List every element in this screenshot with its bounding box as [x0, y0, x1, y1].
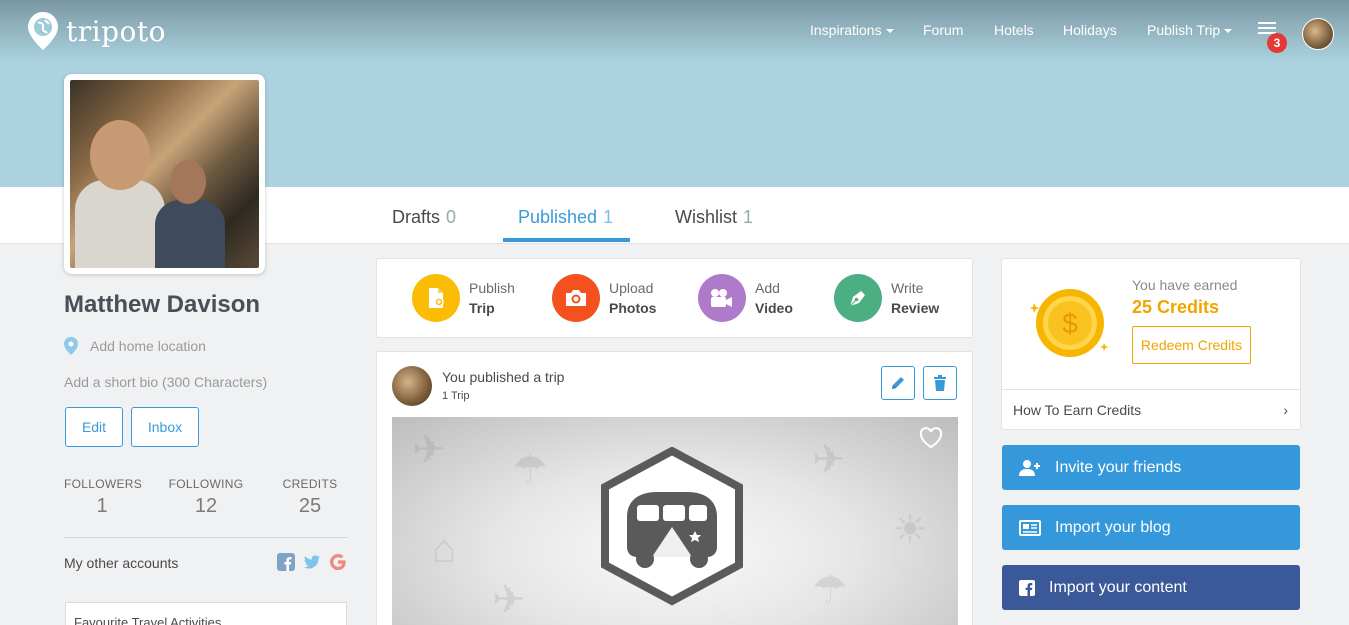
top-navigation: Inspirations Forum Hotels Holidays Publi…: [0, 20, 1349, 40]
facebook-icon: [1019, 579, 1035, 596]
trip-cover-image[interactable]: ✈ ☂ ✈ ☀ ⌂ ☂ ✈: [392, 417, 958, 625]
document-icon: [412, 274, 460, 322]
camper-van-logo: [601, 447, 743, 606]
divider: [64, 537, 348, 538]
facebook-icon[interactable]: [277, 553, 295, 571]
stat-label: CREDITS: [282, 477, 338, 491]
coin-icon: $: [1030, 289, 1109, 357]
cta-label: Invite your friends: [1055, 458, 1182, 476]
other-accounts-label: My other accounts: [64, 555, 179, 571]
delete-trip-button[interactable]: [923, 366, 957, 400]
upload-photos-action[interactable]: Upload Photos: [552, 274, 656, 322]
tab-wishlist-count: 1: [743, 207, 754, 227]
feed-subtitle: 1 Trip: [442, 390, 470, 402]
inbox-button[interactable]: Inbox: [131, 407, 199, 447]
heart-icon[interactable]: [919, 427, 943, 449]
location-pin-icon: [64, 337, 78, 355]
favourite-activities-label: Favourite Travel Activities: [74, 615, 222, 625]
action-line2: Video: [755, 300, 793, 316]
action-line1: Upload: [609, 280, 654, 296]
notification-badge: 3: [1267, 33, 1287, 53]
edit-trip-button[interactable]: [881, 366, 915, 400]
invite-friends-button[interactable]: Invite your friends: [1002, 445, 1300, 490]
stat-value: 12: [194, 495, 218, 517]
trash-icon: [934, 375, 946, 391]
profile-image: [70, 80, 259, 268]
bio-placeholder[interactable]: Add a short bio (300 Characters): [64, 374, 267, 390]
chevron-right-icon: ›: [1283, 402, 1288, 418]
credits-earned-label: You have earned: [1132, 277, 1238, 293]
tab-wishlist-label: Wishlist: [675, 207, 737, 227]
how-to-earn-credits-link[interactable]: How To Earn Credits ›: [1002, 389, 1300, 430]
caret-down-icon: [885, 29, 894, 34]
stat-label: FOLLOWERS: [64, 477, 143, 491]
redeem-credits-button[interactable]: Redeem Credits: [1132, 326, 1251, 364]
action-bar: Publish Trip Upload Photos Add Video Write R…: [376, 258, 973, 338]
svg-text:$: $: [1062, 308, 1078, 339]
action-line1: Write: [891, 280, 924, 296]
action-line2: Review: [891, 300, 940, 316]
how-to-earn-label: How To Earn Credits: [1013, 402, 1142, 418]
import-content-button[interactable]: Import your content: [1002, 565, 1300, 610]
tab-drafts[interactable]: Drafts 0: [392, 207, 456, 228]
feed-avatar[interactable]: [392, 366, 432, 406]
pen-icon: [834, 274, 882, 322]
import-blog-button[interactable]: Import your blog: [1002, 505, 1300, 550]
user-avatar[interactable]: [1302, 18, 1334, 50]
action-line2: Photos: [609, 300, 657, 316]
profile-photo[interactable]: [64, 74, 265, 274]
nav-publish-trip[interactable]: Publish Trip: [1147, 20, 1233, 40]
home-location-placeholder: Add home location: [90, 338, 206, 354]
profile-name: Matthew Davison: [64, 291, 261, 318]
home-location[interactable]: Add home location: [64, 337, 206, 355]
nav-hotels[interactable]: Hotels: [994, 20, 1034, 40]
edit-button[interactable]: Edit: [65, 407, 123, 447]
stat-credits[interactable]: CREDITS 25: [278, 477, 342, 518]
tab-wishlist[interactable]: Wishlist 1: [675, 207, 753, 228]
video-camera-icon: [698, 274, 746, 322]
google-icon[interactable]: [329, 553, 347, 571]
published-trip-card: You published a trip 1 Trip ✈ ☂ ✈ ☀ ⌂ ☂ …: [376, 351, 973, 625]
nav-inspirations-label: Inspirations: [810, 22, 882, 38]
action-line2: Trip: [469, 300, 495, 316]
pencil-icon: [892, 377, 904, 389]
stat-label: FOLLOWING: [168, 477, 244, 491]
tab-published-label: Published: [518, 207, 598, 227]
credits-amount: 25 Credits: [1132, 297, 1220, 317]
cta-label: Import your blog: [1055, 518, 1171, 536]
add-user-icon: [1019, 459, 1040, 476]
nav-inspirations[interactable]: Inspirations: [810, 20, 894, 40]
stat-following[interactable]: FOLLOWING 12: [168, 477, 244, 518]
action-line1: Add: [755, 280, 780, 296]
tab-published[interactable]: Published 1: [518, 207, 613, 228]
favourite-activities-box[interactable]: Favourite Travel Activities: [65, 602, 347, 625]
profile-stats: FOLLOWERS 1 FOLLOWING 12 CREDITS 25: [64, 477, 348, 517]
stat-value: 1: [96, 495, 108, 517]
cta-label: Import your content: [1049, 578, 1187, 596]
action-line1: Publish: [469, 280, 515, 296]
camera-icon: [552, 274, 600, 322]
tab-drafts-label: Drafts: [392, 207, 441, 227]
nav-forum[interactable]: Forum: [923, 20, 963, 40]
nav-publish-trip-label: Publish Trip: [1147, 22, 1221, 38]
caret-down-icon: [1224, 29, 1233, 34]
active-tab-indicator: [503, 238, 630, 242]
add-video-action[interactable]: Add Video: [698, 274, 793, 322]
nav-holidays[interactable]: Holidays: [1063, 20, 1117, 40]
feed-title: You published a trip: [442, 369, 565, 385]
newspaper-icon: [1019, 519, 1041, 536]
tab-drafts-count: 0: [446, 207, 457, 227]
stat-followers[interactable]: FOLLOWERS 1: [64, 477, 143, 518]
stat-value: 25: [298, 495, 322, 517]
publish-trip-action[interactable]: Publish Trip: [412, 274, 515, 322]
credits-card: $ You have earned 25 Credits Redeem Cred…: [1001, 258, 1301, 430]
twitter-icon[interactable]: [303, 553, 321, 571]
tab-published-count: 1: [603, 207, 614, 227]
write-review-action[interactable]: Write Review: [834, 274, 939, 322]
